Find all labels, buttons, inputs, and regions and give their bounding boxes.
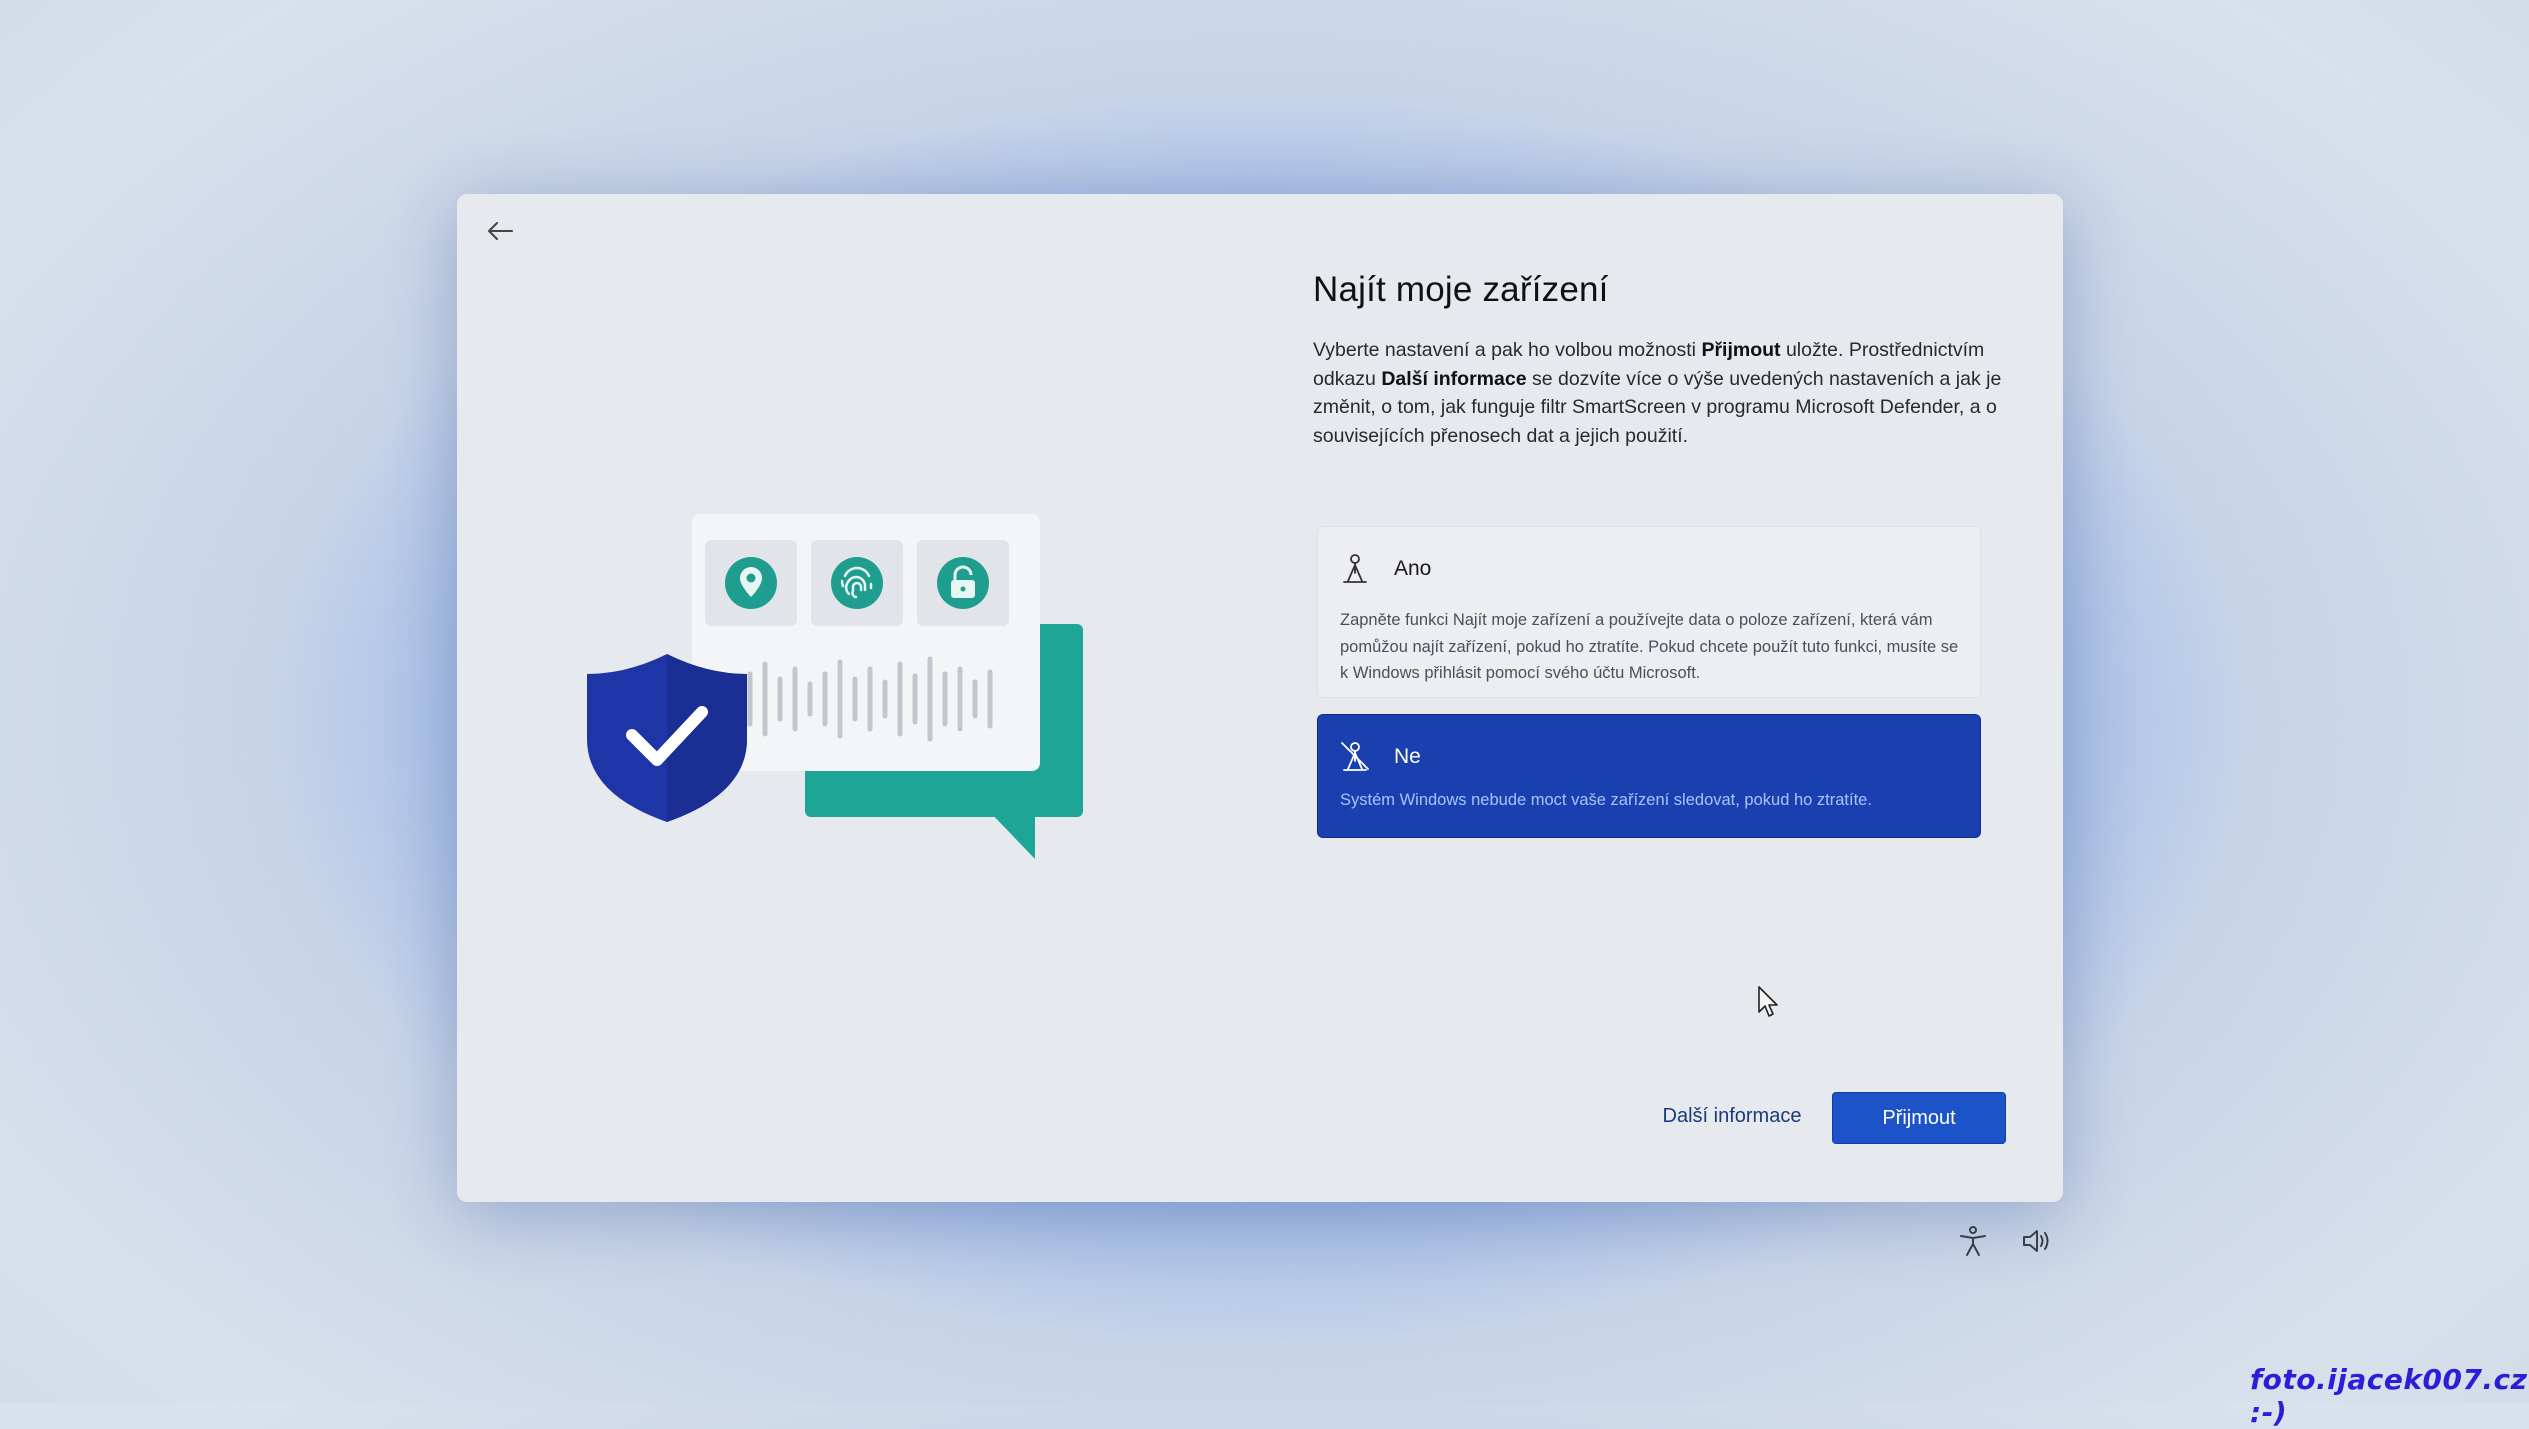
accept-button[interactable]: Přijmout xyxy=(1832,1092,2006,1144)
page-description: Vyberte nastavení a pak ho volbou možnos… xyxy=(1313,336,2013,450)
volume-icon[interactable] xyxy=(2020,1224,2054,1258)
location-off-icon xyxy=(1341,742,1369,771)
location-person-icon xyxy=(1343,554,1367,583)
option-yes-label: Ano xyxy=(1394,557,1432,580)
oobe-dialog: Najít moje zařízení Vyberte nastavení a … xyxy=(457,194,2063,1202)
page-title: Najít moje zařízení xyxy=(1313,270,1609,309)
option-no-description: Systém Windows nebude moct vaše zařízení… xyxy=(1340,791,1872,809)
description-text: Vyberte nastavení a pak ho volbou možnos… xyxy=(1313,339,1702,361)
mouse-cursor-icon xyxy=(1758,986,1778,1017)
option-yes-description: Zapněte funkci Najít moje zařízení a pou… xyxy=(1340,611,1959,682)
shield-check-icon xyxy=(587,654,747,822)
option-no[interactable]: Ne Systém Windows nebude moct vaše zaříz… xyxy=(1317,714,1981,838)
description-accept-ref: Přijmout xyxy=(1701,339,1781,361)
privacy-illustration xyxy=(587,514,1083,859)
back-button[interactable] xyxy=(477,210,523,252)
watermark: foto.ijacek007.cz :-) xyxy=(2250,1363,2528,1429)
accessibility-icon[interactable] xyxy=(1956,1224,1990,1258)
back-arrow-icon xyxy=(488,222,513,240)
fingerprint-icon xyxy=(831,557,883,609)
description-learn-more-ref: Další informace xyxy=(1381,367,1527,390)
lock-icon xyxy=(937,557,989,609)
content-panel: Najít moje zařízení Vyberte nastavení a … xyxy=(1313,268,2013,450)
option-yes[interactable]: Ano Zapněte funkci Najít moje zařízení a… xyxy=(1317,526,1981,698)
learn-more-button[interactable]: Další informace xyxy=(1657,1094,1807,1138)
option-no-label: Ne xyxy=(1394,745,1421,768)
location-pin-icon xyxy=(725,557,777,609)
